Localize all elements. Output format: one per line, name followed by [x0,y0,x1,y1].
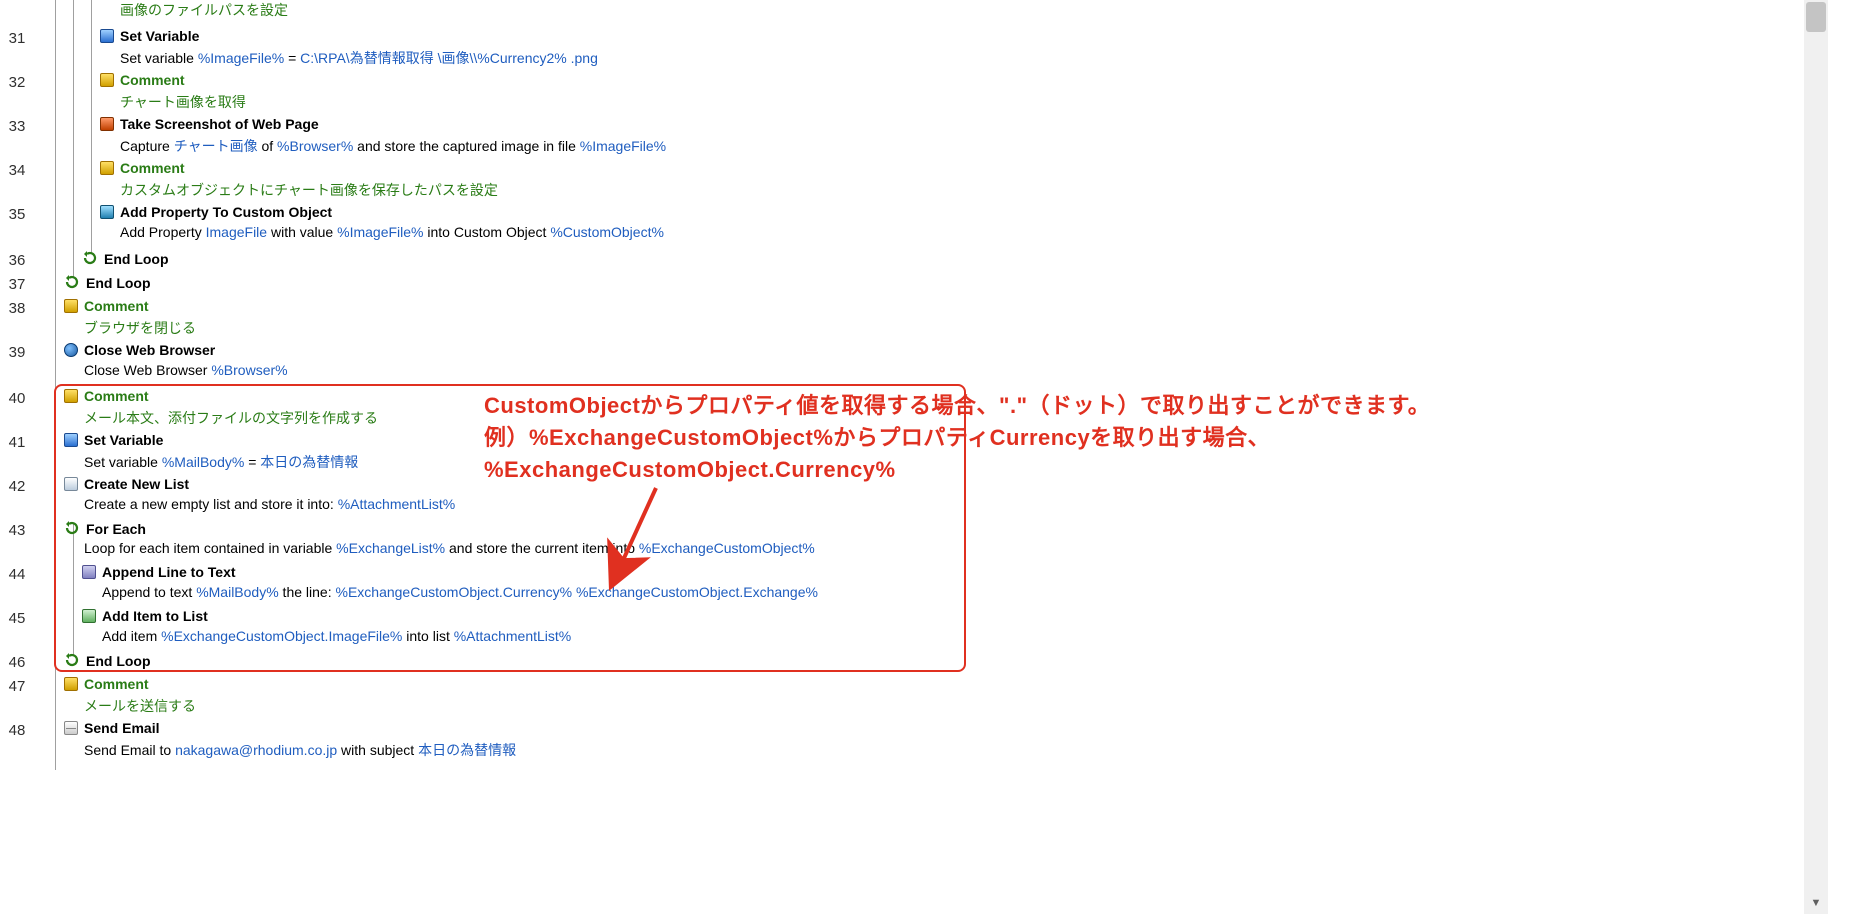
line-number: 35 [0,206,34,223]
step-description: Add Property ImageFile with value %Image… [120,224,664,240]
step-title: Append Line to Text [102,564,236,580]
step-title: End Loop [86,275,151,291]
step-title: Close Web Browser [84,342,215,358]
step-title: Set Variable [120,28,199,44]
step-description: Close Web Browser %Browser% [84,362,288,378]
vertical-scrollbar[interactable]: ▲ ▼ [1804,0,1828,914]
append-icon [82,565,96,579]
line-gutter: 31 32 33 34 35 36 37 38 39 40 41 42 43 44 45 46 47 48 [0,0,40,914]
line-number: 36 [0,252,34,269]
line-number: 42 [0,478,34,495]
step-title: Add Property To Custom Object [120,204,332,220]
step-description: カスタムオブジェクトにチャート画像を保存したパスを設定 [120,180,498,200]
additem-icon [82,609,96,623]
step-description: メール本文、添付ファイルの文字列を作成する [84,408,378,428]
close-icon [64,343,78,357]
tree-vline [73,0,74,278]
line-number: 31 [0,30,34,47]
scroll-thumb[interactable] [1806,2,1826,32]
line-number: 47 [0,678,34,695]
line-number: 38 [0,300,34,317]
loop-icon [64,652,80,668]
step-description: Set variable %MailBody% = 本日の為替情報 [84,452,358,472]
step-description: Loop for each item contained in variable… [84,540,815,556]
annotation-line-2: 例）%ExchangeCustomObject%からプロパティCurrencyを… [484,422,1430,454]
line-number: 45 [0,610,34,627]
mail-icon [64,721,78,735]
step-description: メールを送信する [84,696,196,716]
comment-icon [64,677,78,691]
comment-icon [100,161,114,175]
step-description: ブラウザを閉じる [84,318,196,338]
comment-icon [64,299,78,313]
line-number: 46 [0,654,34,671]
tree-vline [91,0,92,254]
line-number: 34 [0,162,34,179]
step-title: Comment [84,388,149,404]
step-description: Capture チャート画像 of %Browser% and store th… [120,136,666,156]
line-number: 40 [0,390,34,407]
line-number: 39 [0,344,34,361]
tree-vline [73,524,74,656]
step-title: Set Variable [84,432,163,448]
step-title: Take Screenshot of Web Page [120,116,319,132]
step-title: End Loop [86,653,151,669]
line-number: 43 [0,522,34,539]
step-description: Create a new empty list and store it int… [84,496,455,512]
step-title: Comment [84,676,149,692]
step-title: Add Item to List [102,608,208,624]
step-description: Set variable %ImageFile% = C:\RPA\為替情報取得… [120,48,598,68]
list-icon [64,477,78,491]
setvar-icon [100,29,114,43]
line-number: 41 [0,434,34,451]
line-number: 32 [0,74,34,91]
annotation-line-1: CustomObjectからプロパティ値を取得する場合、"."（ドット）で取り出… [484,390,1430,422]
addprop-icon [100,205,114,219]
step-description: Add item %ExchangeCustomObject.ImageFile… [102,628,571,644]
step-title: Comment [120,160,185,176]
step-description: 画像のファイルパスを設定 [120,0,288,20]
line-number: 44 [0,566,34,583]
workflow-editor: 31 32 33 34 35 36 37 38 39 40 41 42 43 44 45 46 47 48 画像の… [0,0,1828,914]
setvar-icon [64,433,78,447]
annotation-text: CustomObjectからプロパティ値を取得する場合、"."（ドット）で取り出… [484,390,1430,486]
loop-icon [64,274,80,290]
loop-icon [64,520,80,536]
step-description: Append to text %MailBody% the line: %Exc… [102,584,818,600]
step-title: End Loop [104,251,169,267]
step-title: Send Email [84,720,159,736]
step-description: Send Email to nakagawa@rhodium.co.jp wit… [84,740,516,760]
step-title: Comment [84,298,149,314]
step-description: チャート画像を取得 [120,92,246,112]
scroll-down-arrow[interactable]: ▼ [1804,892,1828,914]
line-number: 48 [0,722,34,739]
comment-icon [64,389,78,403]
loop-icon [82,250,98,266]
line-number: 37 [0,276,34,293]
line-number: 33 [0,118,34,135]
step-title: For Each [86,521,146,537]
annotation-line-3: %ExchangeCustomObject.Currency% [484,454,1430,486]
tree-vline [55,0,56,770]
screenshot-icon [100,117,114,131]
step-title: Comment [120,72,185,88]
step-title: Create New List [84,476,189,492]
comment-icon [100,73,114,87]
